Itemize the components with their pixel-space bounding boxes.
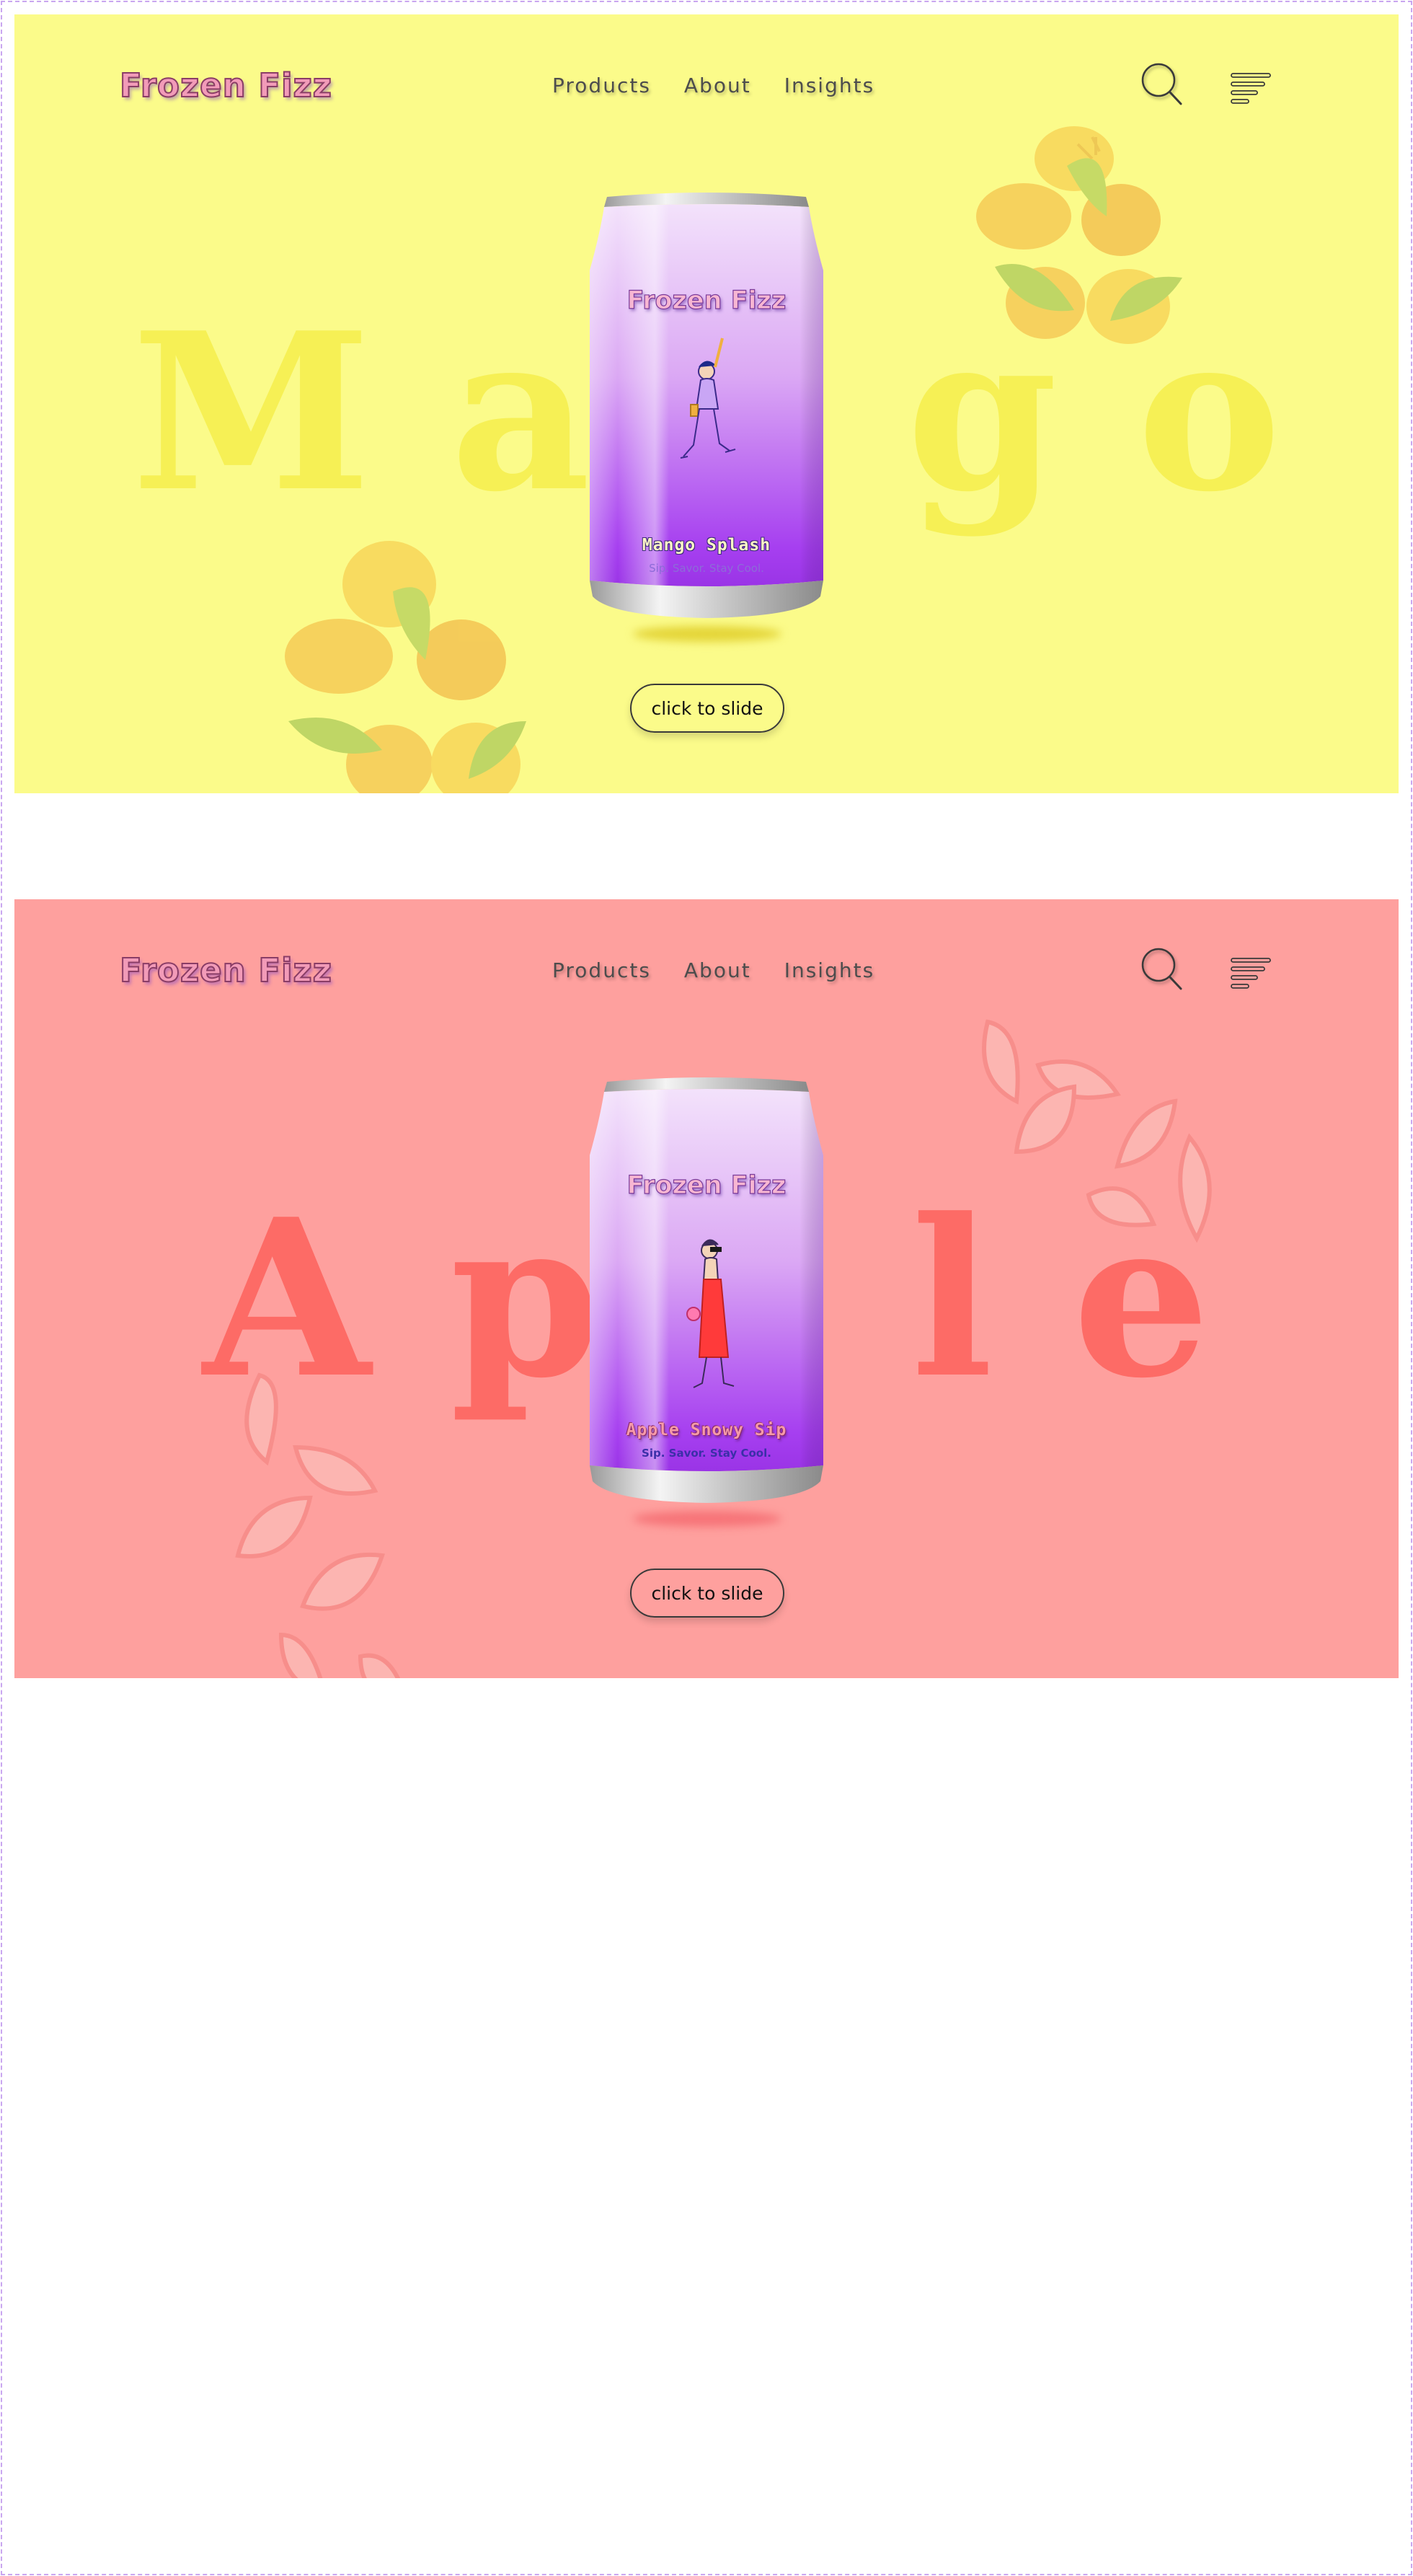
can-tagline: Sip. Savor. Stay Cool.: [649, 562, 764, 575]
product-can: Frozen Fizz Mango Splash Sip. Savor. Sta…: [585, 191, 828, 624]
product-can: Frozen Fizz Apple Snowy Sip Sip. Savor. …: [585, 1076, 828, 1509]
hamburger-menu-icon[interactable]: [1230, 68, 1273, 104]
navbar: Frozen Fizz Products About Insights: [14, 899, 1399, 1044]
click-to-slide-button[interactable]: click to slide: [630, 1569, 784, 1618]
can-tagline: Sip. Savor. Stay Cool.: [642, 1447, 771, 1460]
click-to-slide-button[interactable]: click to slide: [630, 684, 784, 733]
can-shadow: [633, 1511, 781, 1527]
can-flavor-label: Mango Splash: [642, 536, 771, 555]
can-shadow: [633, 626, 781, 642]
hamburger-menu-icon[interactable]: [1230, 953, 1273, 989]
can-brand-label: Frozen Fizz: [626, 1170, 787, 1200]
nav-links: Products About Insights: [552, 958, 874, 982]
mango-fruit-decoration: [976, 126, 1182, 344]
navbar: Frozen Fizz Products About Insights: [14, 14, 1399, 159]
can-body-graphic: [590, 1077, 823, 1503]
nav-link-about[interactable]: About: [684, 958, 751, 982]
nav-link-products[interactable]: Products: [552, 958, 651, 982]
can-body-graphic: [590, 193, 823, 618]
brand-logo[interactable]: Frozen Fizz: [119, 950, 332, 990]
slide-mango: Mango Frozen Fizz Prod: [14, 14, 1399, 793]
brand-logo[interactable]: Frozen Fizz: [119, 66, 332, 105]
nav-links: Products About Insights: [552, 74, 874, 97]
can-flavor-label: Apple Snowy Sip: [626, 1421, 787, 1439]
apple-slices-decoration: [235, 1372, 401, 1678]
search-icon[interactable]: [1139, 945, 1185, 993]
can-brand-label: Frozen Fizz: [626, 286, 787, 315]
mango-fruit-decoration: [285, 541, 526, 793]
slide-apple: Apple Frozen Fizz Products About Insight…: [14, 899, 1399, 1678]
nav-link-insights[interactable]: Insights: [784, 958, 874, 982]
nav-link-products[interactable]: Products: [552, 74, 651, 97]
nav-link-about[interactable]: About: [684, 74, 751, 97]
search-icon[interactable]: [1139, 61, 1185, 108]
nav-link-insights[interactable]: Insights: [784, 74, 874, 97]
